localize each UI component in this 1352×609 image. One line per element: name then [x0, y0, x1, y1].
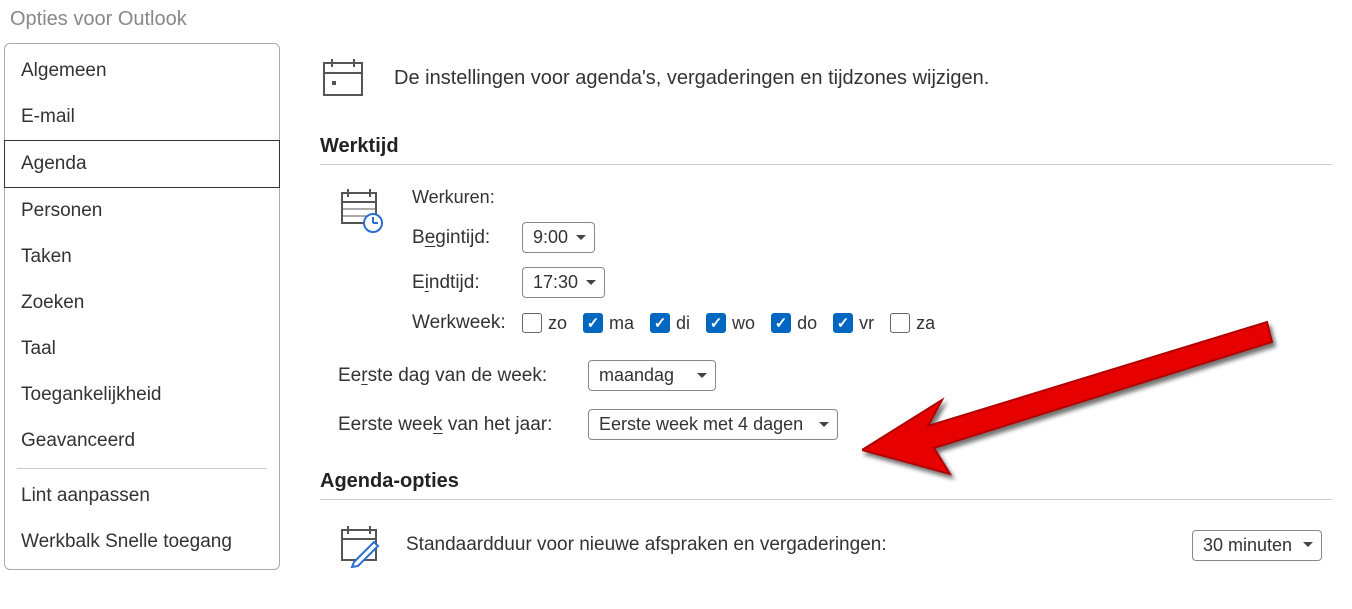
day-label: za [916, 313, 935, 334]
day-za[interactable]: za [890, 313, 935, 334]
sidebar-item-zoeken[interactable]: Zoeken [5, 280, 279, 326]
workweek-days: zo ma di wo do vr za [522, 313, 935, 334]
begintijd-label: Begintijd: [412, 227, 512, 249]
content-panel: De instellingen voor agenda's, vergaderi… [320, 43, 1352, 570]
day-vr[interactable]: vr [833, 313, 874, 334]
calendar-large-icon [320, 55, 366, 101]
sidebar-item-personen[interactable]: Personen [5, 188, 279, 234]
sidebar-item-toegankelijkheid[interactable]: Toegankelijkheid [5, 372, 279, 418]
day-label: wo [732, 313, 755, 334]
day-label: di [676, 313, 690, 334]
begintijd-select[interactable]: 9:00 [522, 222, 595, 253]
checkbox-do[interactable] [771, 313, 791, 333]
checkbox-zo[interactable] [522, 313, 542, 333]
werkuren-label: Werkuren: [412, 187, 935, 208]
checkbox-za[interactable] [890, 313, 910, 333]
sidebar-item-agenda[interactable]: Agenda [4, 140, 280, 188]
sidebar-item-email[interactable]: E-mail [5, 94, 279, 140]
checkbox-wo[interactable] [706, 313, 726, 333]
day-ma[interactable]: ma [583, 313, 634, 334]
day-label: zo [548, 313, 567, 334]
eindtijd-select[interactable]: 17:30 [522, 267, 605, 298]
eindtijd-label: Eindtijd: [412, 272, 512, 294]
day-label: do [797, 313, 817, 334]
dialog-title: Opties voor Outlook [0, 0, 1352, 43]
first-day-select[interactable]: maandag [588, 360, 716, 391]
day-zo[interactable]: zo [522, 313, 567, 334]
sidebar-item-lint-aanpassen[interactable]: Lint aanpassen [5, 473, 279, 519]
sidebar-item-geavanceerd[interactable]: Geavanceerd [5, 418, 279, 464]
first-day-label: Eerste dag van de week: [338, 365, 574, 387]
werkweek-label: Werkweek: [412, 312, 512, 334]
sidebar-item-werkbalk-snelle-toegang[interactable]: Werkbalk Snelle toegang [5, 519, 279, 565]
page-header-text: De instellingen voor agenda's, vergaderi… [394, 67, 989, 90]
default-duration-select[interactable]: 30 minuten [1192, 530, 1322, 561]
checkbox-vr[interactable] [833, 313, 853, 333]
first-week-label: Eerste week van het jaar: [338, 414, 574, 436]
sidebar-item-algemeen[interactable]: Algemeen [5, 48, 279, 94]
day-label: vr [859, 313, 874, 334]
day-wo[interactable]: wo [706, 313, 755, 334]
sidebar-item-taal[interactable]: Taal [5, 326, 279, 372]
sidebar-item-taken[interactable]: Taken [5, 234, 279, 280]
section-title-werktijd: Werktijd [320, 135, 1332, 165]
calendar-pencil-icon [338, 522, 384, 568]
options-sidebar: Algemeen E-mail Agenda Personen Taken Zo… [4, 43, 280, 570]
default-duration-label: Standaardduur voor nieuwe afspraken en v… [406, 534, 1170, 556]
day-label: ma [609, 313, 634, 334]
calendar-clock-icon [338, 187, 384, 233]
checkbox-di[interactable] [650, 313, 670, 333]
section-title-agenda-opties: Agenda-opties [320, 470, 1332, 500]
first-week-select[interactable]: Eerste week met 4 dagen [588, 409, 838, 440]
sidebar-divider [17, 468, 267, 469]
checkbox-ma[interactable] [583, 313, 603, 333]
day-di[interactable]: di [650, 313, 690, 334]
day-do[interactable]: do [771, 313, 817, 334]
